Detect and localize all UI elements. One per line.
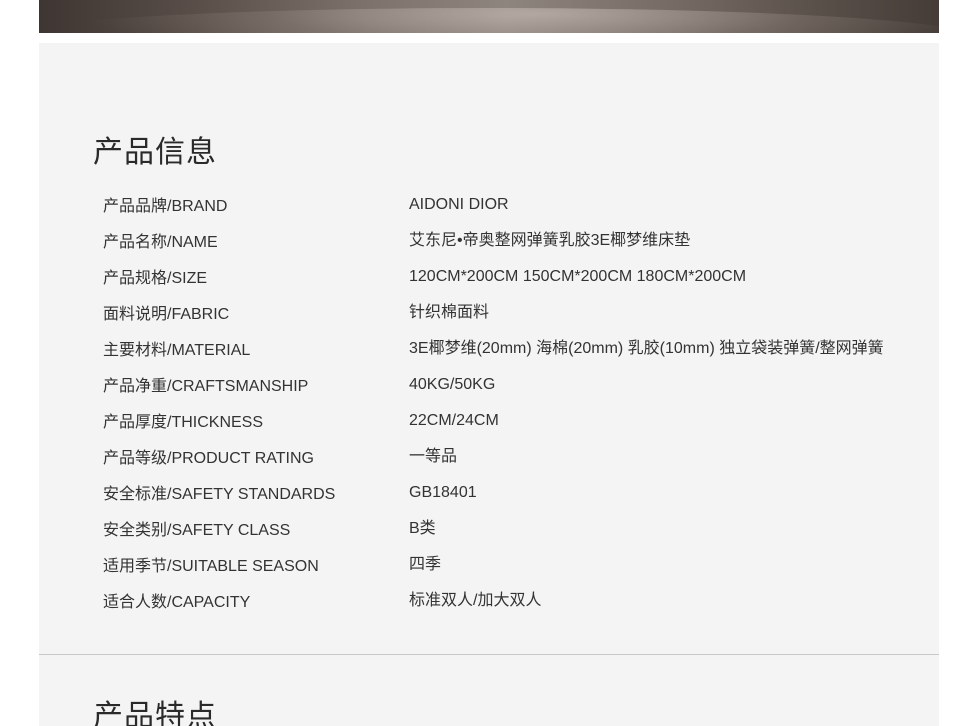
spec-label: 产品厚度/THICKNESS — [103, 414, 264, 431]
spec-label: 产品净重/CRAFTSMANSHIP — [103, 378, 309, 395]
product-info-section: 产品信息 产品品牌/BRAND AIDONI DIOR 产品名称/NAME 艾东… — [39, 43, 939, 654]
spec-list: 产品品牌/BRAND AIDONI DIOR 产品名称/NAME 艾东尼•帝奥整… — [39, 195, 939, 627]
spec-row-rating: 产品等级/PRODUCT RATING 一等品 — [39, 447, 939, 483]
spec-label: 产品品牌/BRAND — [103, 198, 228, 215]
spec-row-name: 产品名称/NAME 艾东尼•帝奥整网弹簧乳胶3E椰梦维床垫 — [39, 231, 939, 267]
spec-row-safety-standards: 安全标准/SAFETY STANDARDS GB18401 — [39, 483, 939, 519]
spec-value: 120CM*200CM 150CM*200CM 180CM*200CM — [409, 268, 747, 285]
spec-value: 四季 — [409, 556, 442, 573]
spec-label: 产品名称/NAME — [103, 234, 218, 251]
spec-label: 主要材料/MATERIAL — [103, 342, 251, 359]
product-features-title: 产品特点 — [93, 700, 217, 726]
spec-value: 40KG/50KG — [409, 376, 496, 393]
spec-value: 标准双人/加大双人 — [409, 592, 542, 609]
spec-row-size: 产品规格/SIZE 120CM*200CM 150CM*200CM 180CM*… — [39, 267, 939, 303]
spec-label: 适用季节/SUITABLE SEASON — [103, 558, 319, 575]
spec-value: 22CM/24CM — [409, 412, 499, 429]
spec-label: 产品规格/SIZE — [103, 270, 208, 287]
spec-label: 安全标准/SAFETY STANDARDS — [103, 486, 336, 503]
spec-value: 一等品 — [409, 448, 458, 465]
spec-label: 适合人数/CAPACITY — [103, 594, 251, 611]
product-banner-image — [39, 0, 939, 33]
spec-value: 艾东尼•帝奥整网弹簧乳胶3E椰梦维床垫 — [409, 232, 691, 249]
spec-label: 产品等级/PRODUCT RATING — [103, 450, 314, 467]
spec-row-season: 适用季节/SUITABLE SEASON 四季 — [39, 555, 939, 591]
product-features-section: 产品特点 — [39, 655, 939, 726]
product-info-title: 产品信息 — [93, 136, 217, 169]
spec-value: B类 — [409, 520, 436, 537]
spec-label: 面料说明/FABRIC — [103, 306, 230, 323]
spec-row-safety-class: 安全类别/SAFETY CLASS B类 — [39, 519, 939, 555]
banner-texture — [39, 8, 939, 33]
spec-value: 3E椰梦维(20mm) 海棉(20mm) 乳胶(10mm) 独立袋装弹簧/整网弹… — [409, 340, 884, 357]
spec-row-capacity: 适合人数/CAPACITY 标准双人/加大双人 — [39, 591, 939, 627]
spec-value: AIDONI DIOR — [409, 196, 509, 213]
spec-value: GB18401 — [409, 484, 477, 501]
spec-label: 安全类别/SAFETY CLASS — [103, 522, 291, 539]
spec-value: 针织棉面料 — [409, 304, 490, 321]
spec-row-fabric: 面料说明/FABRIC 针织棉面料 — [39, 303, 939, 339]
spec-row-material: 主要材料/MATERIAL 3E椰梦维(20mm) 海棉(20mm) 乳胶(10… — [39, 339, 939, 375]
spec-row-weight: 产品净重/CRAFTSMANSHIP 40KG/50KG — [39, 375, 939, 411]
spec-row-thickness: 产品厚度/THICKNESS 22CM/24CM — [39, 411, 939, 447]
spec-row-brand: 产品品牌/BRAND AIDONI DIOR — [39, 195, 939, 231]
